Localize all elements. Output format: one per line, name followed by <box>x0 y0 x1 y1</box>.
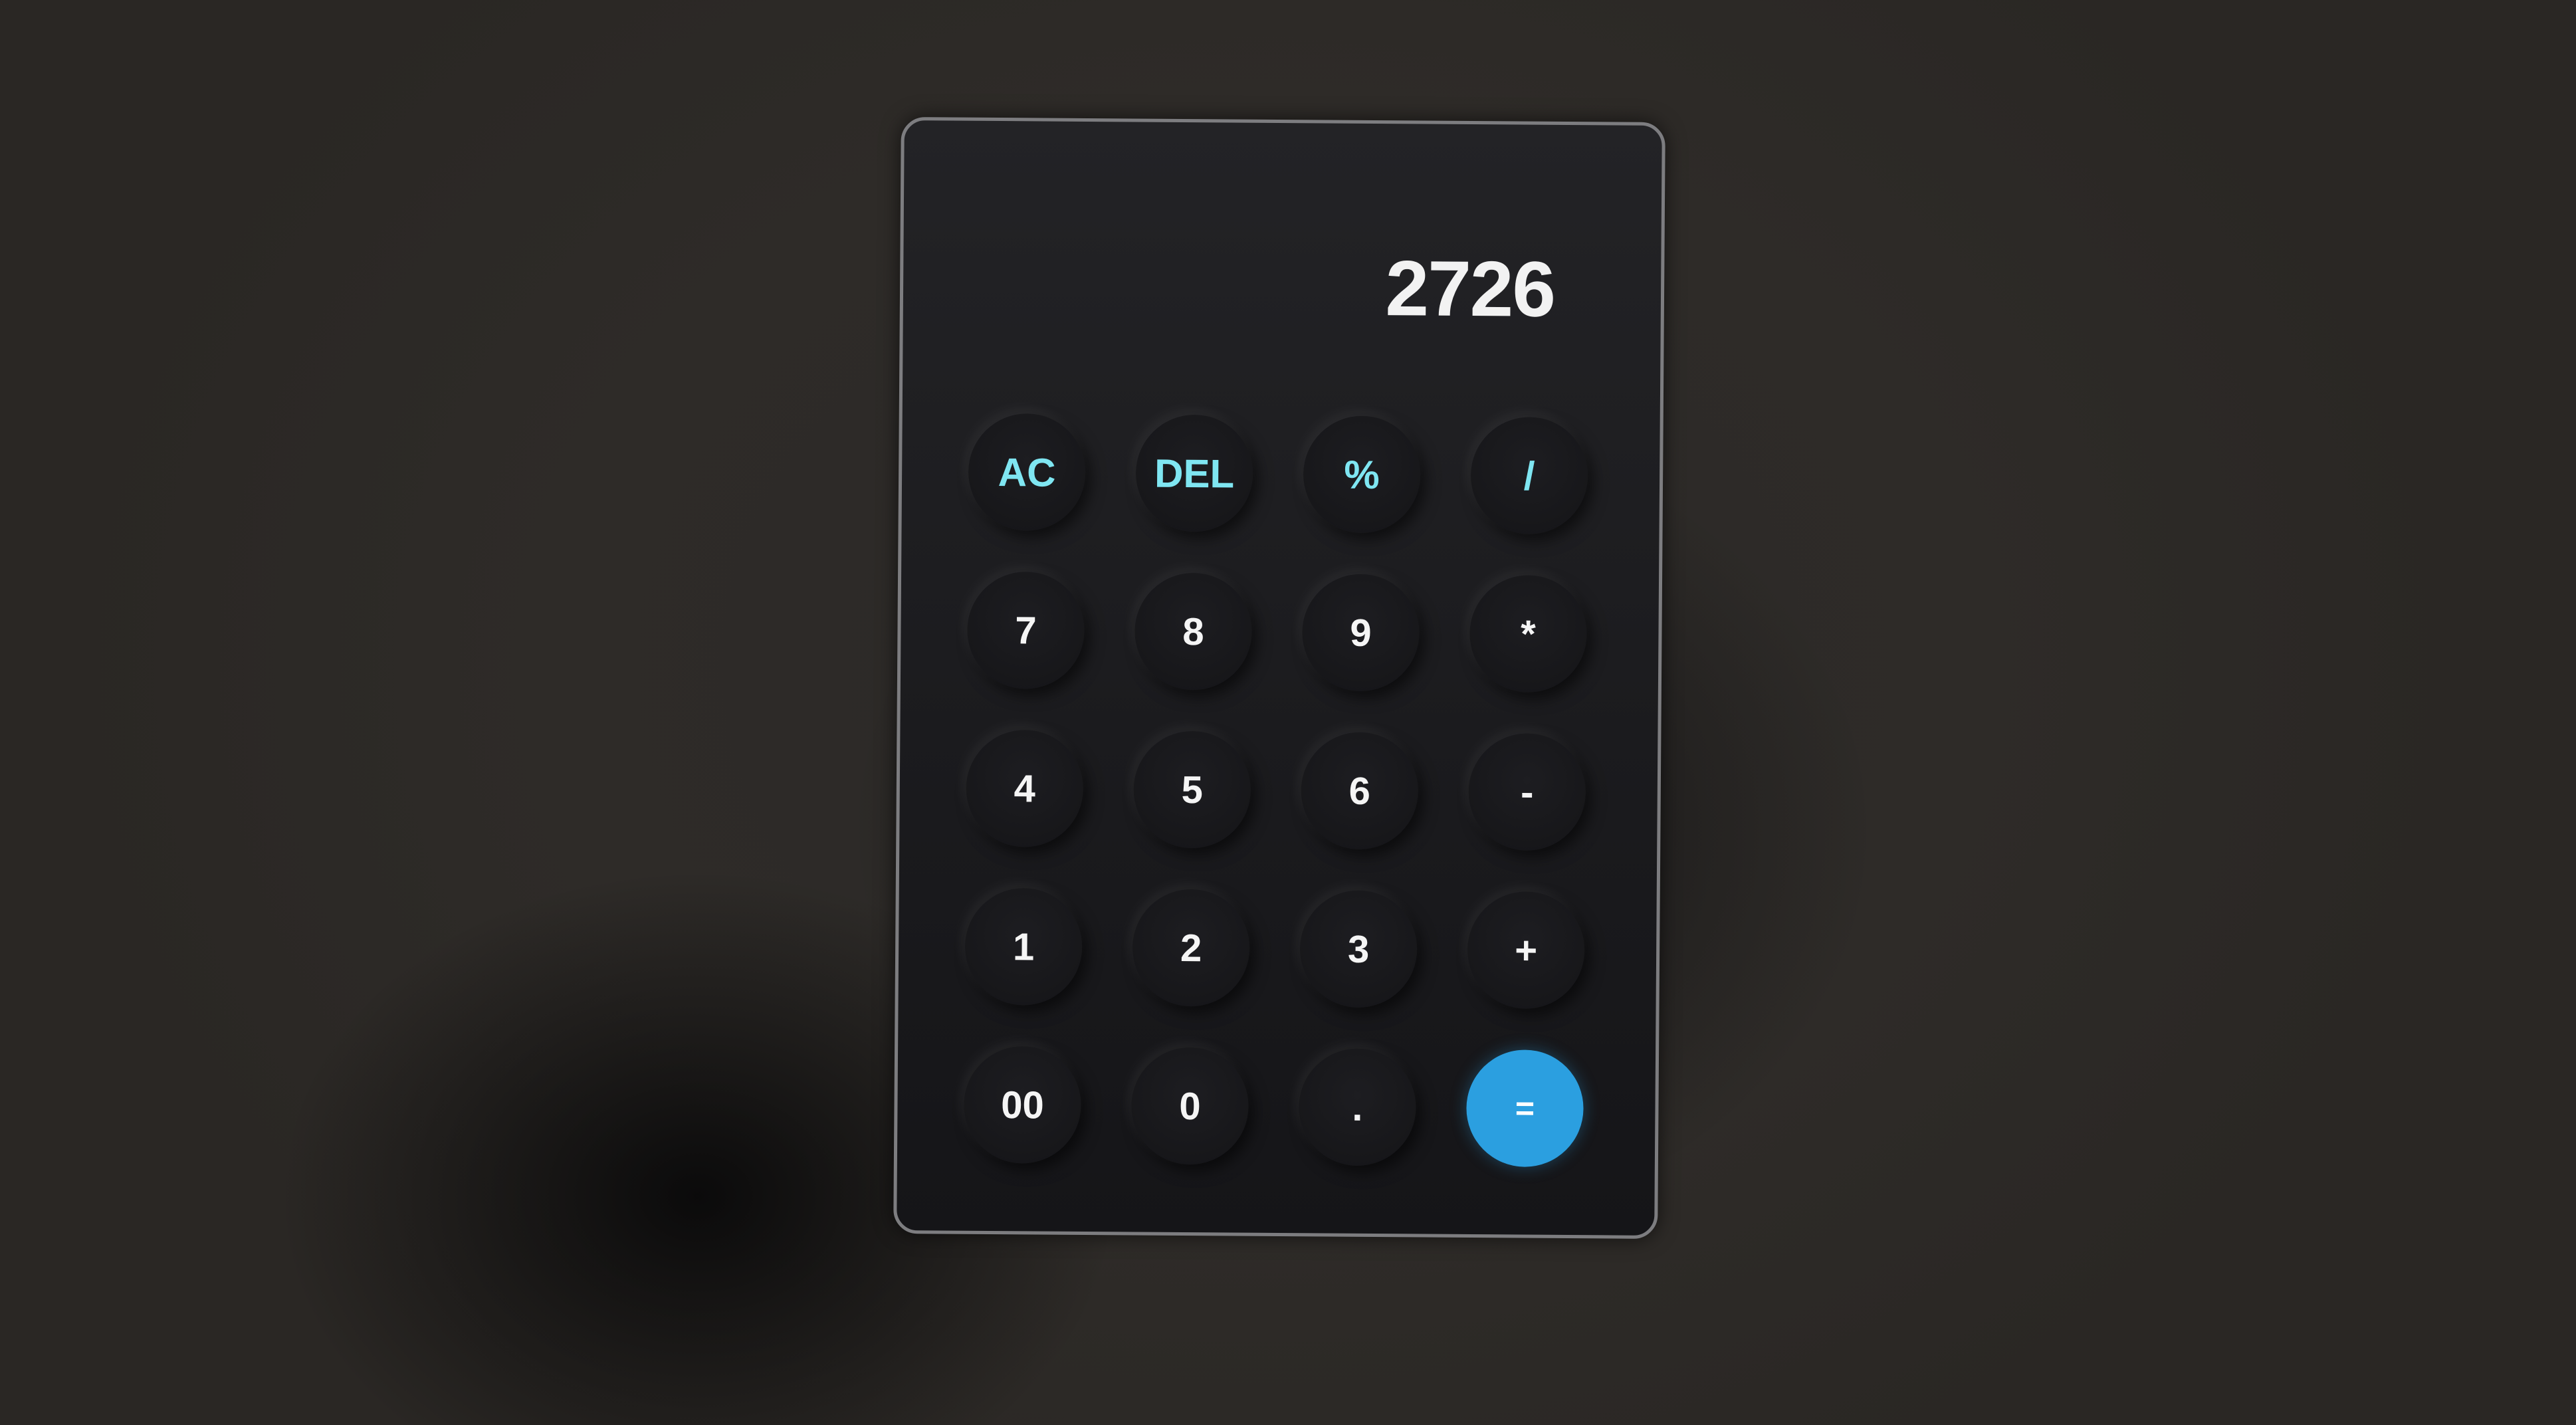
divide-button[interactable]: / <box>1470 417 1588 535</box>
equals-button[interactable]: = <box>1465 1049 1584 1168</box>
digit-1-button[interactable]: 1 <box>964 887 1083 1006</box>
background: 2726 AC DEL % / 7 8 9 * 4 5 6 - 1 2 3 + … <box>0 0 2576 1425</box>
decimal-button[interactable]: . <box>1298 1048 1417 1166</box>
digit-0-button[interactable]: 0 <box>1130 1047 1249 1165</box>
plus-button[interactable]: + <box>1467 891 1585 1010</box>
double-zero-button[interactable]: 00 <box>963 1045 1082 1164</box>
digit-8-button[interactable]: 8 <box>1134 572 1253 691</box>
delete-button[interactable]: DEL <box>1135 414 1253 532</box>
percent-button[interactable]: % <box>1303 415 1421 534</box>
all-clear-button[interactable]: AC <box>968 413 1086 531</box>
digit-5-button[interactable]: 5 <box>1133 730 1251 849</box>
digit-4-button[interactable]: 4 <box>966 729 1084 847</box>
minus-button[interactable]: - <box>1468 732 1586 851</box>
multiply-button[interactable]: * <box>1469 575 1588 693</box>
digit-6-button[interactable]: 6 <box>1301 732 1419 850</box>
keypad: AC DEL % / 7 8 9 * 4 5 6 - 1 2 3 + 00 0 … <box>963 413 1634 1168</box>
digit-7-button[interactable]: 7 <box>966 571 1085 689</box>
calculator-display: 2726 <box>1385 245 1555 334</box>
digit-3-button[interactable]: 3 <box>1299 890 1418 1008</box>
digit-2-button[interactable]: 2 <box>1132 889 1250 1007</box>
calculator-panel: 2726 AC DEL % / 7 8 9 * 4 5 6 - 1 2 3 + … <box>893 117 1665 1239</box>
digit-9-button[interactable]: 9 <box>1301 574 1420 692</box>
